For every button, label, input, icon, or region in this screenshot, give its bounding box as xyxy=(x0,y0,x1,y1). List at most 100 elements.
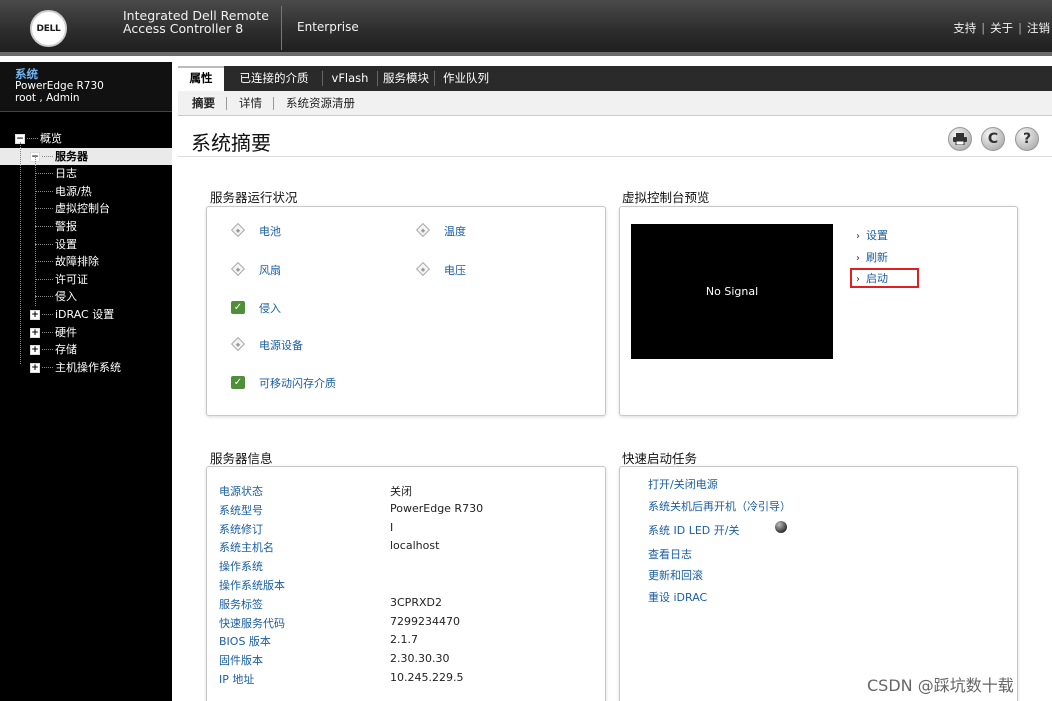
tree-item[interactable]: 电源/热 xyxy=(0,183,172,201)
edition-label: Enterprise xyxy=(297,20,359,34)
tree-item[interactable]: 侵入 xyxy=(0,288,172,306)
support-link[interactable]: 支持 xyxy=(953,21,976,35)
expand-icon[interactable]: + xyxy=(30,345,40,356)
about-link[interactable]: 关于 xyxy=(990,21,1013,35)
tab-attached-media[interactable]: 已连接的介质 xyxy=(226,66,322,91)
info-label: 固件版本 xyxy=(219,654,263,668)
tree-item[interactable]: − 服务器 xyxy=(0,147,172,166)
info-label: BIOS 版本 xyxy=(219,635,271,649)
tree-connector xyxy=(35,261,53,263)
system-title[interactable]: 系统 xyxy=(15,68,172,80)
tree-item[interactable]: + 存储 xyxy=(0,341,172,359)
page-title: 系统摘要 xyxy=(191,131,271,155)
title-divider xyxy=(178,156,1052,157)
info-value: 2.30.30.30 xyxy=(390,652,450,666)
separator: | xyxy=(1018,21,1022,35)
watermark: CSDN @踩坑数十载 xyxy=(867,676,1014,695)
vc-link-label: 设置 xyxy=(866,229,888,242)
tree-connector xyxy=(35,296,53,298)
tab-service-module[interactable]: 服务模块 xyxy=(378,66,434,91)
expand-icon[interactable]: + xyxy=(30,362,40,373)
tree-item[interactable]: − 概览 xyxy=(0,130,172,148)
info-value: 2.1.7 xyxy=(390,633,418,647)
info-value: 关闭 xyxy=(390,485,412,498)
system-box: 系统 PowerEdge R730 root , Admin xyxy=(0,62,172,112)
chevron-right-icon: › xyxy=(856,231,860,242)
vc-link-label: 刷新 xyxy=(866,251,888,264)
quick-launch-link[interactable]: 更新和回滚 xyxy=(648,567,703,583)
quick-launch-link[interactable]: 重设 iDRAC xyxy=(648,589,707,605)
tree-item-label: iDRAC 设置 xyxy=(55,308,115,321)
tree-item-label: 故障排除 xyxy=(55,255,99,269)
info-value: 7299234470 xyxy=(390,614,460,628)
quick-launch-link[interactable]: 系统 ID LED 开/关 xyxy=(648,522,739,538)
tree-item[interactable]: 虚拟控制台 xyxy=(0,200,172,218)
tree-item[interactable]: 警报 xyxy=(0,218,172,236)
server-info-title: 服务器信息 xyxy=(210,451,273,466)
tree-connector xyxy=(35,226,53,227)
help-icon[interactable]: ? xyxy=(1015,127,1039,151)
tree-connector xyxy=(27,138,38,139)
tab-job-queue[interactable]: 作业队列 xyxy=(435,66,497,91)
info-value: PowerEdge R730 xyxy=(390,501,484,515)
info-value: localhost xyxy=(390,539,440,553)
tree-item-label: 许可证 xyxy=(55,272,88,286)
logout-link[interactable]: 注销 xyxy=(1027,21,1050,35)
quick-launch-link[interactable]: 打开/关闭电源 xyxy=(648,476,718,492)
quick-launch-link[interactable]: 系统关机后再开机（冷引导） xyxy=(648,498,791,514)
print-icon[interactable] xyxy=(948,127,972,151)
status-ok-icon: ✓ xyxy=(231,376,245,389)
vc-refresh-link[interactable]: › 刷新 xyxy=(856,249,888,265)
health-item-label[interactable]: 电池 xyxy=(259,223,281,239)
health-item-label[interactable]: 风扇 xyxy=(259,262,281,278)
tree-connector xyxy=(35,173,53,175)
highlight-box xyxy=(850,268,919,288)
quick-launch-link[interactable]: 查看日志 xyxy=(648,546,692,562)
tree-item[interactable]: 许可证 xyxy=(0,271,172,289)
tree-connector xyxy=(42,366,53,368)
info-value: I xyxy=(390,520,394,534)
chevron-right-icon: › xyxy=(856,253,860,264)
vc-settings-link[interactable]: › 设置 xyxy=(856,227,888,243)
expand-icon[interactable]: + xyxy=(30,327,40,338)
health-item-label[interactable]: 电压 xyxy=(444,262,466,278)
subtab-inventory[interactable]: 系统资源清册 xyxy=(286,95,355,111)
product-name: Integrated Dell Remote Access Controller… xyxy=(123,9,273,35)
info-label: 系统型号 xyxy=(219,503,263,517)
info-label: 操作系统版本 xyxy=(219,579,285,592)
info-value: 10.245.229.5 xyxy=(390,671,464,684)
tree-item[interactable]: + 主机操作系统 xyxy=(0,359,172,377)
sidebar: 系统 PowerEdge R730 root , Admin − 概览 − 服务器 日志… xyxy=(0,62,172,701)
tree-item[interactable]: 设置 xyxy=(0,236,172,254)
expand-icon[interactable]: + xyxy=(30,310,40,320)
tree-item[interactable]: + iDRAC 设置 xyxy=(0,306,172,324)
header-divider xyxy=(281,6,282,50)
tree-item[interactable]: 日志 xyxy=(0,165,172,183)
health-item-label[interactable]: 温度 xyxy=(444,223,466,239)
tab-properties[interactable]: 属性 xyxy=(178,66,224,91)
tree-item[interactable]: 故障排除 xyxy=(0,253,172,271)
tree-connector xyxy=(35,208,53,210)
health-item-label[interactable]: 可移动闪存介质 xyxy=(259,375,336,391)
tree-item-label: 电源/热 xyxy=(55,184,92,198)
subtab-details[interactable]: 详情 xyxy=(239,95,262,111)
refresh-icon[interactable]: C xyxy=(981,127,1005,151)
current-user: root , Admin xyxy=(15,92,80,104)
subtab-summary[interactable]: 摘要 xyxy=(192,95,215,111)
health-item-label[interactable]: 侵入 xyxy=(259,300,281,316)
tab-vflash[interactable]: vFlash xyxy=(323,66,377,91)
tree-item-label: 存储 xyxy=(55,343,77,357)
tree-vertical-connector xyxy=(35,156,36,306)
tree-item-label: 虚拟控制台 xyxy=(55,202,110,216)
status-ok-icon: ✓ xyxy=(231,301,245,314)
info-label: 操作系统 xyxy=(219,560,263,574)
product-line-2: Access Controller 8 xyxy=(123,21,244,36)
tree-connector xyxy=(42,349,53,351)
vc-preview-screen[interactable]: No Signal xyxy=(631,224,833,359)
system-model: PowerEdge R730 xyxy=(15,80,104,92)
info-label: IP 地址 xyxy=(219,673,255,686)
tree-item[interactable]: + 硬件 xyxy=(0,324,172,342)
info-label: 服务标签 xyxy=(219,597,263,611)
health-item-label[interactable]: 电源设备 xyxy=(259,337,303,353)
subtab-separator xyxy=(273,97,274,110)
